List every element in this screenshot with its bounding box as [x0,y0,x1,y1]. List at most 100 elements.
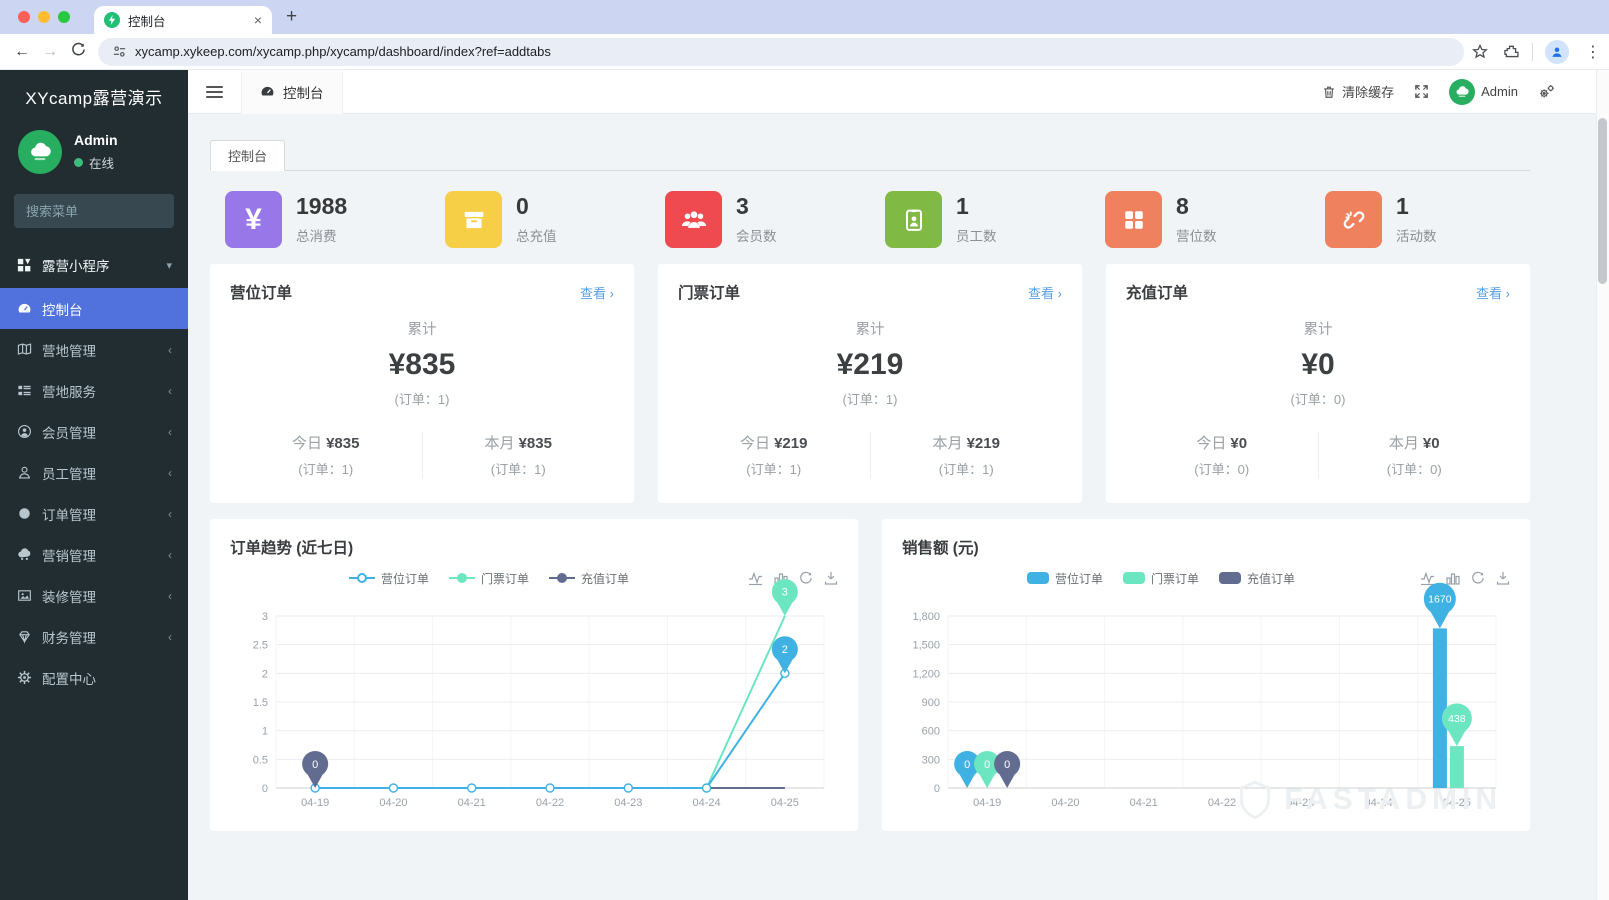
back-button[interactable]: ← [8,43,36,61]
url-bar[interactable]: xycamp.xykeep.com/xycamp.php/xycamp/dash… [98,37,1464,66]
sidebar-item-decoration-management[interactable]: 装修管理 ‹ [0,575,188,616]
site-settings-icon[interactable] [112,44,127,59]
order-trend-line-chart: 0 0.5 1 1.5 2 2.5 3 04-19 04-20 04-21 04-22 04-23 04… [253,578,825,809]
diamond-icon [16,629,32,644]
chevron-left-icon: ‹ [168,588,172,603]
map-icon [16,342,32,357]
user-status: 在线 [89,157,115,171]
chevron-left-icon: ‹ [168,506,172,521]
stat-staff-count: 1 员工数 [870,191,1090,248]
view-link[interactable]: 查看 › [1028,283,1062,302]
forward-button[interactable]: → [36,43,64,61]
svg-text:3: 3 [782,587,788,599]
svg-text:1,500: 1,500 [912,640,940,652]
browser-menu-icon[interactable]: ⋮ [1585,42,1601,62]
line-chart-icon[interactable] [1420,571,1435,586]
bar-chart-icon[interactable] [1446,571,1460,585]
sidebar-section-label: 露营小程序 [42,259,110,274]
legend-item[interactable]: 门票订单 [448,570,529,587]
legend-item[interactable]: 充值订单 [1219,570,1295,587]
stat-total-recharge: 0 总充值 [430,191,650,248]
stat-label: 总充值 [516,228,557,244]
sidebar-item-finance-management[interactable]: 财务管理 ‹ [0,616,188,657]
profile-avatar[interactable] [1545,39,1569,64]
stat-value: 1 [956,193,969,220]
extensions-icon[interactable] [1504,44,1520,60]
svg-text:04-20: 04-20 [1051,797,1079,809]
sidebar-item-label: 员工管理 [42,466,96,482]
svg-text:04-24: 04-24 [693,797,721,809]
settings-button[interactable] [1538,84,1555,99]
url-text[interactable]: xycamp.xykeep.com/xycamp.php/xycamp/dash… [135,44,551,59]
sidebar-section-camping-miniapp[interactable]: 露营小程序 ▾ [0,242,188,288]
zoom-window-button[interactable] [58,11,70,23]
browser-tab[interactable]: 控制台 × [94,6,272,34]
legend-item[interactable]: 充值订单 [549,570,629,587]
stat-label: 员工数 [956,228,997,244]
sidebar: XYcamp露营演示 Admin 在线 露营小程序 ▾ [0,70,202,900]
stats-row: ¥ 1988 总消费 0 总充值 3 会员数 1 员工数 8 营位数 1 活动数 [210,191,1530,248]
grid-icon [1105,191,1162,248]
trash-icon [1324,86,1334,98]
sidebar-item-config-center[interactable]: 配置中心 [0,657,188,698]
svg-text:900: 900 [922,697,940,709]
fullscreen-button[interactable] [1414,84,1429,99]
line-chart-icon[interactable] [748,571,763,586]
chart-legend: 营位订单 门票订单 充值订单 [902,570,1420,587]
topnav-tab-dashboard[interactable]: 控制台 [241,69,343,114]
user-name: Admin [74,132,118,148]
card-ticket-orders: 门票订单 查看 › 累计 ¥219 (订单：1) 今日 ¥219 (订单：1) … [658,264,1082,503]
sidebar-toggle-button[interactable] [188,85,241,98]
chevron-left-icon: ‹ [168,465,172,480]
chart-toolbox [1420,571,1510,586]
toolbar-divider [1532,42,1533,61]
sidebar-item-camp-services[interactable]: 营地服务 ‹ [0,370,188,411]
clear-cache-button[interactable]: 清除缓存 [1322,82,1394,101]
download-icon[interactable] [824,571,838,585]
close-window-button[interactable] [18,11,30,23]
menu-search-input[interactable] [26,203,202,219]
view-link[interactable]: 查看 › [1476,283,1510,302]
sidebar-item-member-management[interactable]: 会员管理 ‹ [0,411,188,452]
chevron-left-icon: ‹ [168,629,172,644]
chevron-left-icon: ‹ [168,342,172,357]
marketing-icon [16,547,32,562]
download-icon[interactable] [1496,571,1510,585]
sales-bar-chart: 0 300 600 900 1,200 1,500 1,800 04-19 04-20 04-21… [912,582,1497,809]
legend-item[interactable]: 营位订单 [1026,570,1103,587]
new-tab-button[interactable]: + [286,6,297,28]
legend-item[interactable]: 营位订单 [348,570,429,587]
minimize-window-button[interactable] [38,11,50,23]
sidebar-item-label: 会员管理 [42,425,96,441]
svg-text:0: 0 [1004,759,1010,771]
sidebar-item-order-management[interactable]: 订单管理 ‹ [0,493,188,534]
stat-value: 0 [516,193,529,220]
content-tab-dashboard[interactable]: 控制台 [210,140,286,171]
refresh-icon[interactable] [799,571,813,585]
topbar-user-menu[interactable]: Admin [1449,78,1518,105]
sidebar-item-dashboard[interactable]: 控制台 [0,288,188,329]
svg-text:1: 1 [262,726,268,738]
svg-text:04-22: 04-22 [1208,797,1236,809]
order-icon [16,506,32,521]
total-label: 累计 [855,322,885,338]
reload-button[interactable] [64,42,92,62]
tab-close-icon[interactable]: × [254,13,262,27]
page-scrollbar-thumb[interactable] [1598,118,1607,284]
today-stat: 今日 ¥835 (订单：1) [230,432,423,478]
dashboard-icon [261,86,274,96]
svg-text:600: 600 [922,726,940,738]
svg-text:0: 0 [984,759,990,771]
archive-box-icon [445,191,502,248]
stat-label: 会员数 [736,228,777,244]
sidebar-item-camp-management[interactable]: 营地管理 ‹ [0,329,188,370]
view-link[interactable]: 查看 › [580,283,614,302]
yen-icon: ¥ [225,191,282,248]
bookmark-star-icon[interactable] [1472,43,1488,60]
legend-item[interactable]: 门票订单 [1122,570,1199,587]
refresh-icon[interactable] [1471,571,1485,585]
sidebar-item-label: 财务管理 [42,630,96,646]
svg-text:04-20: 04-20 [379,797,407,809]
sidebar-item-marketing-management[interactable]: 营销管理 ‹ [0,534,188,575]
sidebar-item-staff-management[interactable]: 员工管理 ‹ [0,452,188,493]
